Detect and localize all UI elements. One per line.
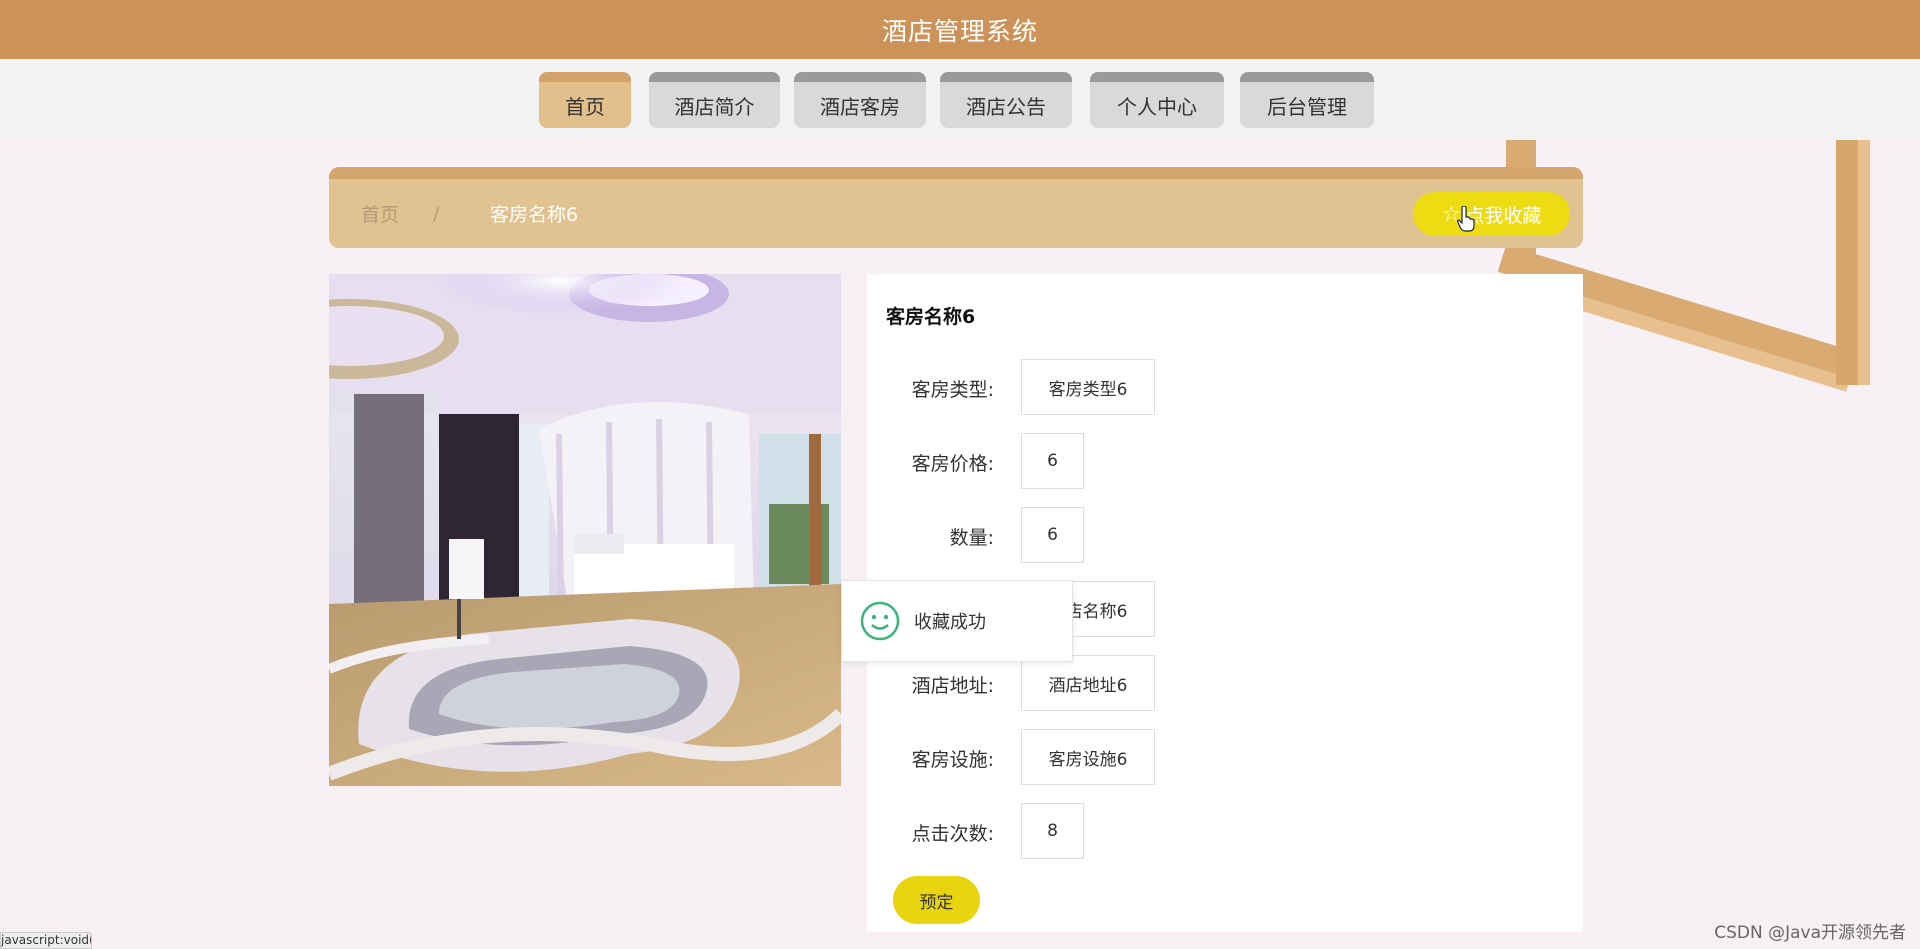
tab-home[interactable]: 首页 [539, 72, 631, 128]
browser-status-bar: javascript:void(0) [0, 932, 92, 949]
field-room-facilities: 客房设施: 客房设施6 [867, 729, 1583, 787]
success-toast: 收藏成功 [841, 580, 1073, 662]
tab-hotel-intro[interactable]: 酒店简介 [649, 72, 780, 128]
breadcrumb-home-link[interactable]: 首页 [361, 179, 399, 248]
tab-personal-center[interactable]: 个人中心 [1090, 72, 1224, 128]
field-value: 6 [1021, 433, 1084, 489]
field-click-count: 点击次数: 8 [867, 803, 1583, 861]
field-label: 客房类型: [911, 378, 994, 401]
top-header: 酒店管理系统 [0, 0, 1920, 59]
breadcrumb-current: 客房名称6 [490, 204, 579, 226]
field-room-price: 客房价格: 6 [867, 433, 1583, 491]
nav-bar: 首页 酒店简介 酒店客房 酒店公告 个人中心 后台管理 [0, 59, 1920, 140]
decor-frame-right-shade [1858, 140, 1870, 385]
site-title: 酒店管理系统 [881, 16, 1038, 46]
field-label: 点击次数: [911, 822, 994, 845]
smile-icon [860, 601, 900, 641]
decor-frame-right [1836, 140, 1860, 385]
hand-cursor-icon [1457, 206, 1475, 232]
book-button[interactable]: 预定 [893, 876, 980, 924]
field-label: 客房价格: [911, 452, 994, 475]
breadcrumb: 首页 / 客房名称6 ☆ 点我收藏 [329, 167, 1583, 248]
favorite-button[interactable]: ☆ 点我收藏 [1413, 192, 1570, 236]
field-value: 6 [1021, 507, 1084, 563]
field-label: 酒店地址: [911, 674, 994, 697]
watermark: CSDN @Java开源领先者 [1714, 923, 1906, 943]
room-photo [329, 274, 841, 786]
field-label: 数量: [949, 526, 994, 549]
room-name: 客房名称6 [886, 306, 976, 328]
favorite-button-label: 点我收藏 [1465, 204, 1542, 227]
field-room-type: 客房类型: 客房类型6 [867, 359, 1583, 417]
field-label: 客房设施: [911, 748, 994, 771]
field-hotel-address: 酒店地址: 酒店地址6 [867, 655, 1583, 713]
toast-message: 收藏成功 [914, 612, 986, 633]
breadcrumb-separator: / [433, 202, 440, 225]
tab-hotel-notices[interactable]: 酒店公告 [940, 72, 1072, 128]
tab-hotel-rooms[interactable]: 酒店客房 [794, 72, 926, 128]
field-quantity: 数量: 6 [867, 507, 1583, 565]
tab-admin[interactable]: 后台管理 [1240, 72, 1374, 128]
field-value: 酒店地址6 [1021, 655, 1155, 711]
field-value: 8 [1021, 803, 1084, 859]
field-value: 客房类型6 [1021, 359, 1155, 415]
field-value: 客房设施6 [1021, 729, 1155, 785]
